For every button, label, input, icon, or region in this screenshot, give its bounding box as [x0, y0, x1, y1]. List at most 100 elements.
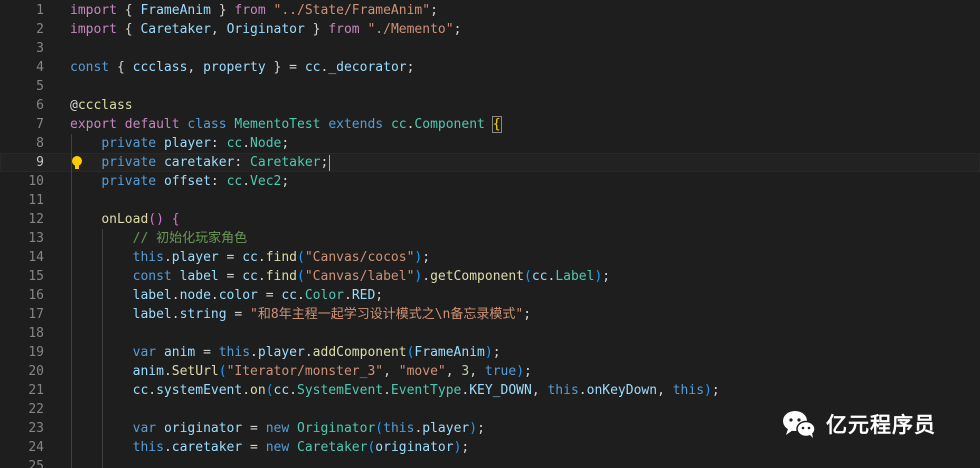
- code-token: this: [132, 440, 164, 455]
- code-token: SystemEvent: [297, 383, 384, 398]
- code-token: .: [343, 288, 352, 303]
- line-number[interactable]: 20: [0, 362, 44, 381]
- line-number[interactable]: 15: [0, 267, 44, 286]
- code-text[interactable]: this.player = cc.find("Canvas/cocos");: [70, 248, 430, 267]
- code-token: {: [124, 3, 133, 18]
- code-token: from: [328, 22, 360, 37]
- code-text[interactable]: label.node.color = cc.Color.RED;: [70, 286, 384, 305]
- code-line[interactable]: 8 private player: cc.Node;: [0, 134, 980, 153]
- line-number[interactable]: 11: [0, 191, 44, 210]
- line-number[interactable]: 23: [0, 419, 44, 438]
- code-line[interactable]: 5: [0, 77, 980, 96]
- code-line[interactable]: 25: [0, 457, 980, 468]
- lightbulb-icon[interactable]: [70, 155, 84, 170]
- code-line[interactable]: 16 label.node.color = cc.Color.RED;: [0, 286, 980, 305]
- code-token: ;: [422, 250, 431, 265]
- code-token: =: [281, 60, 305, 75]
- code-text[interactable]: private caretaker: Caretaker;: [70, 153, 331, 172]
- code-token: (: [524, 269, 532, 284]
- line-number[interactable]: 19: [0, 343, 44, 362]
- code-token: {: [491, 116, 502, 133]
- code-text[interactable]: this.caretaker = new Caretaker(originato…: [70, 438, 470, 457]
- code-line[interactable]: 21 cc.systemEvent.on(cc.SystemEvent.Even…: [0, 381, 980, 400]
- line-number[interactable]: 21: [0, 381, 44, 400]
- line-number[interactable]: 13: [0, 229, 44, 248]
- code-text[interactable]: const label = cc.find("Canvas/label").ge…: [70, 267, 610, 286]
- line-number[interactable]: 24: [0, 438, 44, 457]
- code-line[interactable]: 7 export default class MementoTest extend…: [0, 115, 980, 134]
- code-text[interactable]: // 初始化玩家角色: [70, 229, 247, 248]
- code-line[interactable]: 19 var anim = this.player.addComponent(F…: [0, 343, 980, 362]
- code-text[interactable]: label.string = "和8年主程一起学习设计模式之\n备忘录模式";: [70, 305, 531, 324]
- code-line[interactable]: 11: [0, 191, 980, 210]
- line-number[interactable]: 9: [0, 153, 44, 172]
- code-text[interactable]: import { FrameAnim } from "../State/Fram…: [70, 1, 438, 20]
- line-number[interactable]: 1: [0, 1, 44, 20]
- code-line[interactable]: 18: [0, 324, 980, 343]
- code-token: color: [218, 288, 258, 303]
- code-text[interactable]: const { ccclass, property } = cc._decora…: [70, 58, 414, 77]
- line-number[interactable]: 10: [0, 172, 44, 191]
- text-cursor: [329, 154, 331, 171]
- code-line[interactable]: 14 this.player = cc.find("Canvas/cocos")…: [0, 248, 980, 267]
- code-token: ,: [445, 364, 462, 379]
- code-editor[interactable]: 1 import { FrameAnim } from "../State/Fra…: [0, 0, 980, 468]
- code-line[interactable]: 13 // 初始化玩家角色: [0, 229, 980, 248]
- code-line[interactable]: 6 @ccclass: [0, 96, 980, 115]
- line-number[interactable]: 12: [0, 210, 44, 229]
- code-line[interactable]: 10 private offset: cc.Vec2;: [0, 172, 980, 191]
- code-text[interactable]: import { Caretaker, Originator } from ".…: [70, 20, 461, 39]
- line-number[interactable]: 5: [0, 77, 44, 96]
- line-number[interactable]: 14: [0, 248, 44, 267]
- code-line[interactable]: 4 const { ccclass, property } = cc._decor…: [0, 58, 980, 77]
- code-token: node: [179, 288, 211, 303]
- code-line[interactable]: 15 const label = cc.find("Canvas/label")…: [0, 267, 980, 286]
- code-text[interactable]: var anim = this.player.addComponent(Fram…: [70, 343, 501, 362]
- line-number[interactable]: 25: [0, 457, 44, 468]
- line-number[interactable]: 18: [0, 324, 44, 343]
- code-text[interactable]: anim.SetUrl("Iterator/monster_3", "move"…: [70, 362, 532, 381]
- line-number[interactable]: 7: [0, 115, 44, 134]
- code-line[interactable]: 9 private caretaker: Caretaker;: [0, 153, 980, 172]
- code-token: import: [70, 22, 117, 37]
- code-token: caretaker: [171, 440, 243, 455]
- code-token: .: [148, 383, 157, 398]
- line-number[interactable]: 8: [0, 134, 44, 153]
- line-number[interactable]: 17: [0, 305, 44, 324]
- code-line[interactable]: 2 import { Caretaker, Originator } from "…: [0, 20, 980, 39]
- code-text[interactable]: var originator = new Originator(this.pla…: [70, 419, 485, 438]
- code-line[interactable]: 1 import { FrameAnim } from "../State/Fra…: [0, 1, 980, 20]
- line-number[interactable]: 2: [0, 20, 44, 39]
- code-line[interactable]: 12 onLoad() {: [0, 210, 980, 229]
- code-text[interactable]: @ccclass: [70, 96, 133, 115]
- line-number[interactable]: 22: [0, 400, 44, 419]
- code-line[interactable]: 3: [0, 39, 980, 58]
- code-token: ;: [406, 60, 415, 75]
- code-token: Label: [555, 269, 595, 284]
- code-line[interactable]: 17 label.string = "和8年主程一起学习设计模式之\n备忘录模式…: [0, 305, 980, 324]
- code-text[interactable]: onLoad() {: [70, 210, 179, 229]
- line-number[interactable]: 4: [0, 58, 44, 77]
- code-text[interactable]: export default class MementoTest extends…: [70, 115, 502, 134]
- code-token: FrameAnim: [140, 3, 211, 18]
- code-token: (: [297, 269, 305, 284]
- code-text[interactable]: private offset: cc.Vec2;: [70, 172, 289, 191]
- code-token: this: [547, 383, 579, 398]
- line-number[interactable]: 3: [0, 39, 44, 58]
- code-text[interactable]: private player: cc.Node;: [70, 134, 289, 153]
- code-token: ): [469, 421, 478, 436]
- code-token: cc: [531, 269, 548, 284]
- code-token: this: [132, 250, 164, 265]
- line-number[interactable]: 16: [0, 286, 44, 305]
- code-token: ): [484, 345, 493, 360]
- code-text[interactable]: cc.systemEvent.on(cc.SystemEvent.EventTy…: [70, 381, 720, 400]
- line-number[interactable]: 6: [0, 96, 44, 115]
- code-token: ;: [281, 136, 290, 151]
- code-line[interactable]: 20 anim.SetUrl("Iterator/monster_3", "mo…: [0, 362, 980, 381]
